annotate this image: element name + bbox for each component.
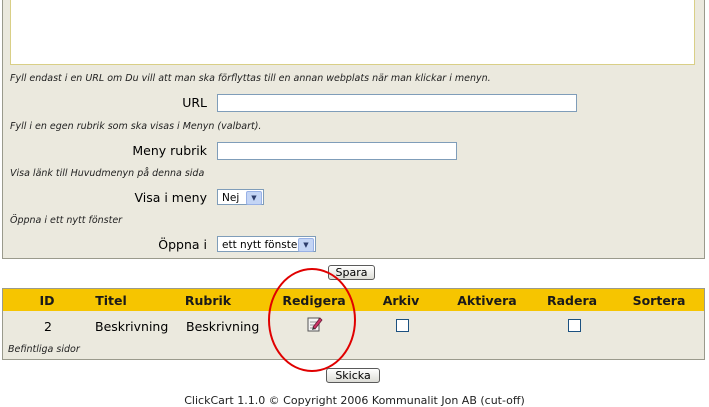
show-in-menu-select[interactable]: Nej ▼ [217,189,264,205]
col-sort: Sortera [632,293,686,308]
table-caption: Befintliga sidor [8,344,80,355]
menu-title-hint: Fyll i en egen rubrik som ska visas i Me… [10,121,262,132]
send-button[interactable]: Skicka [326,368,380,383]
menu-title-input[interactable] [217,142,457,160]
open-in-label: Öppna i [158,237,207,252]
open-in-hint: Öppna i ett nytt fönster [10,215,123,226]
col-title: Titel [95,293,127,308]
col-delete: Radera [546,293,598,308]
delete-checkbox[interactable] [568,319,581,332]
row-heading: Beskrivning [186,319,260,334]
show-in-menu-label: Visa i meny [134,190,207,205]
row-title: Beskrivning [95,319,169,334]
archive-checkbox[interactable] [396,319,409,332]
chevron-down-icon[interactable]: ▼ [298,238,314,252]
url-input[interactable] [217,94,577,112]
open-in-select[interactable]: ett nytt fönster ▼ [217,236,316,252]
col-id: ID [39,293,55,308]
show-in-menu-hint: Visa länk till Huvudmenyn på denna sida [10,168,205,179]
url-label: URL [182,95,207,110]
page-settings-form: Fyll endast i en URL om Du vill att man … [2,0,705,259]
open-in-value: ett nytt fönster [222,239,302,251]
col-heading: Rubrik [184,293,232,308]
menu-title-label: Meny rubrik [132,143,207,158]
content-textarea[interactable] [10,0,695,65]
col-activate: Aktivera [457,293,517,308]
chevron-down-icon[interactable]: ▼ [246,191,262,205]
show-in-menu-value: Nej [222,192,240,204]
col-archive: Arkiv [382,293,420,308]
annotation-circle [268,268,356,372]
url-hint: Fyll endast i en URL om Du vill att man … [10,73,491,84]
row-id: 2 [44,319,52,334]
